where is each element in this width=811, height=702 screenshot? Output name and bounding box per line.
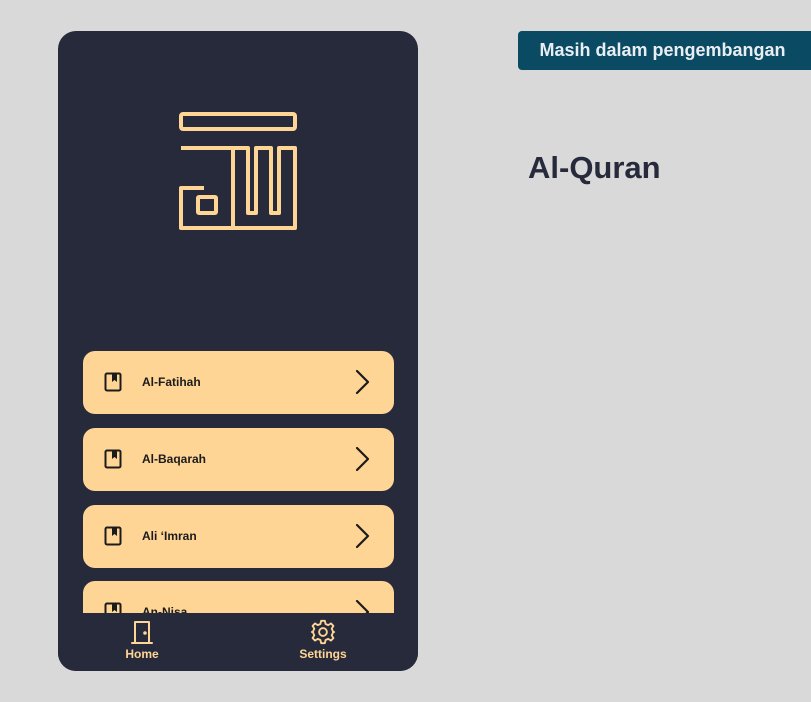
allah-calligraphy-logo-icon: [179, 112, 297, 230]
surah-name: Al-Baqarah: [142, 452, 207, 466]
development-banner: Masih dalam pengembangan: [518, 31, 811, 70]
chevron-right-icon[interactable]: [352, 599, 372, 613]
nav-settings-label: Settings: [299, 647, 347, 661]
surah-name: An-Nisa: [142, 605, 188, 613]
book-icon: [104, 449, 122, 469]
chevron-right-icon[interactable]: [352, 369, 372, 395]
chevron-right-icon[interactable]: [352, 446, 372, 472]
surah-name: Ali ‘Imran: [142, 529, 197, 543]
surah-name: Al-Fatihah: [142, 375, 201, 389]
nav-settings-button[interactable]: Settings: [283, 619, 363, 661]
bottom-navigation: Home Settings: [58, 613, 418, 671]
door-icon: [131, 621, 153, 644]
gear-icon: [310, 619, 336, 645]
surah-list[interactable]: Al-Fatihah Al-Baqarah Ali ‘Imran An-Nisa: [83, 351, 394, 613]
surah-item[interactable]: Al-Baqarah: [83, 428, 394, 491]
book-icon: [104, 372, 122, 392]
nav-home-label: Home: [125, 647, 159, 661]
phone-frame: Al-Fatihah Al-Baqarah Ali ‘Imran An-Nisa…: [58, 31, 418, 671]
surah-item[interactable]: Ali ‘Imran: [83, 505, 394, 568]
book-icon: [104, 602, 122, 613]
chevron-right-icon[interactable]: [352, 523, 372, 549]
nav-home-button[interactable]: Home: [102, 619, 182, 661]
page-title: Al-Quran: [528, 150, 661, 185]
surah-item[interactable]: An-Nisa: [83, 581, 394, 613]
book-icon: [104, 526, 122, 546]
surah-item[interactable]: Al-Fatihah: [83, 351, 394, 414]
